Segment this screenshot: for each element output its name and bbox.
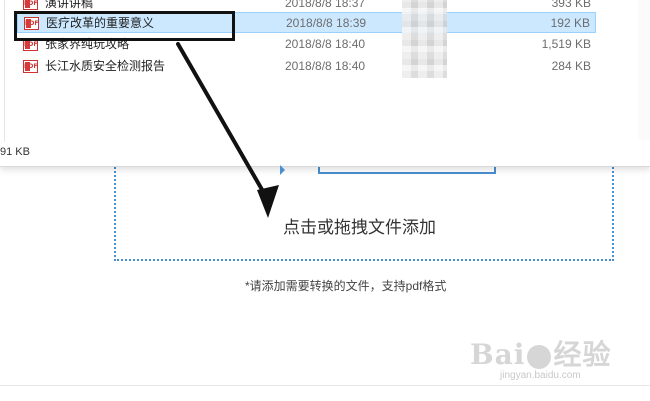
caret-icon <box>280 165 285 175</box>
watermark-suffix: 经验 <box>553 338 612 371</box>
file-row[interactable]: PDF 长江水质安全检测报告 2018/8/8 18:40 284 KB <box>17 56 596 77</box>
baidu-watermark-logo: Bai 经验 <box>470 333 611 373</box>
blurred-column <box>402 0 447 78</box>
paw-icon <box>527 344 552 369</box>
supported-format-hint: *请添加需要转换的文件，支持pdf格式 <box>245 279 447 293</box>
file-size: 192 KB <box>550 16 590 30</box>
status-bar-size: 91 KB <box>0 146 30 158</box>
file-date: 2018/8/8 18:40 <box>285 37 366 51</box>
divider <box>4 0 5 142</box>
file-size: 1,519 KB <box>541 37 591 51</box>
pdf-file-icon: PDF <box>23 0 38 10</box>
highlight-annotation <box>14 11 235 41</box>
file-name: 长江水质安全检测报告 <box>45 59 166 73</box>
file-date: 2018/8/8 18:39 <box>286 16 367 30</box>
pdf-file-icon: PDF <box>23 60 38 73</box>
watermark-url: jingyan.baidu.com <box>500 370 581 381</box>
watermark-brand: Bai <box>470 338 526 371</box>
scrollbar[interactable] <box>638 0 650 140</box>
file-date: 2018/8/8 18:40 <box>285 59 366 73</box>
divider <box>0 385 650 386</box>
file-size: 284 KB <box>551 59 591 73</box>
drop-zone-label[interactable]: 点击或拖拽文件添加 <box>283 213 436 238</box>
